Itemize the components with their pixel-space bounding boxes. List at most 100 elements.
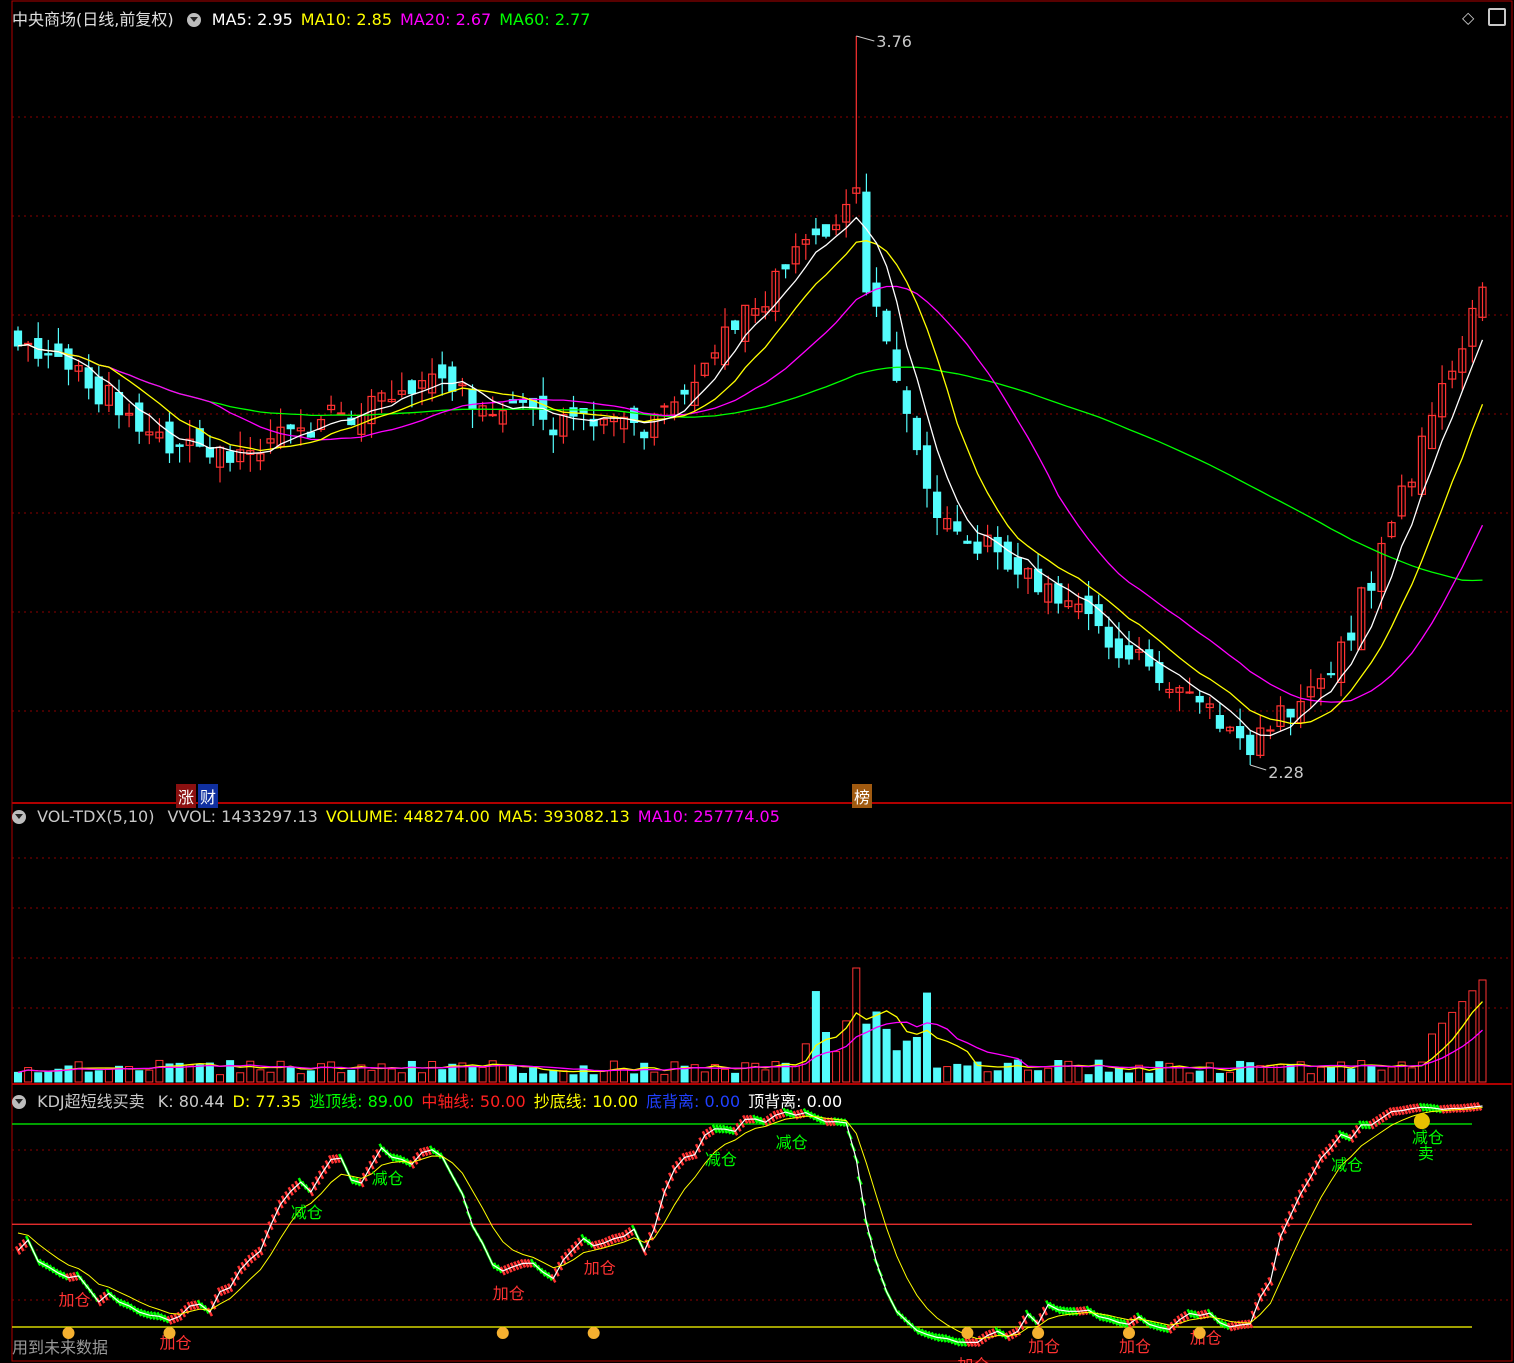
- add-position-label: 加仓: [584, 1259, 616, 1278]
- volume-bar: [1478, 979, 1487, 1083]
- dropdown-icon[interactable]: [186, 13, 201, 27]
- volume-bar: [761, 1069, 770, 1083]
- candle: [1124, 645, 1134, 660]
- add-position-label: 加仓: [1119, 1337, 1151, 1356]
- volume-bar: [953, 1063, 962, 1083]
- stock-title: 中央商场(日线,前复权): [12, 10, 174, 29]
- candle: [205, 447, 214, 458]
- reduce-position-label: 减仓: [776, 1133, 808, 1152]
- volume-bar: [185, 1064, 194, 1083]
- volume-bar: [478, 1066, 487, 1083]
- add-position-label: 加仓: [493, 1284, 525, 1303]
- volume-bar: [145, 1069, 154, 1083]
- volume-bar: [993, 1070, 1002, 1083]
- reduce-position-label: 减仓: [1331, 1155, 1363, 1174]
- candle: [912, 417, 922, 451]
- volume-bar: [933, 1067, 942, 1083]
- ma10-line: [17, 240, 1484, 725]
- ma5-line: [17, 216, 1484, 737]
- volume-bar: [377, 1063, 386, 1083]
- hand-pointer-icon: [496, 1327, 509, 1339]
- candle: [1326, 673, 1336, 676]
- volume-bar: [428, 1060, 437, 1083]
- volume-bar: [811, 991, 820, 1083]
- ma20-line: [17, 285, 1484, 703]
- candle: [13, 330, 23, 347]
- volume-bar: [14, 1071, 22, 1083]
- volume-bar: [498, 1065, 507, 1083]
- zhang-marker[interactable]: 涨: [176, 784, 197, 808]
- candle: [94, 376, 103, 405]
- volume-bar: [1347, 1068, 1356, 1083]
- candle: [165, 421, 174, 454]
- volume-bar: [1034, 1070, 1043, 1083]
- candle: [1003, 541, 1012, 570]
- volume-bar: [771, 1061, 780, 1083]
- volume-bar: [1367, 1065, 1376, 1083]
- candle: [226, 451, 235, 463]
- volume-bar: [387, 1068, 396, 1083]
- volume-bar: [529, 1067, 538, 1083]
- volume-bar: [407, 1060, 416, 1083]
- volume-bar: [397, 1072, 406, 1083]
- volume-bar: [559, 1070, 568, 1083]
- volume-bar: [1155, 1061, 1164, 1083]
- volume-bar: [892, 1050, 901, 1083]
- candle: [872, 282, 881, 307]
- bang-marker[interactable]: 榜: [852, 784, 873, 808]
- volume-bar: [1377, 1069, 1386, 1083]
- candle: [175, 444, 184, 447]
- volume-bar: [1407, 1067, 1416, 1083]
- volume-bar: [438, 1069, 447, 1083]
- candle: [1114, 638, 1124, 659]
- volume-indicator-2: MA5: 393082.13: [497, 807, 630, 826]
- volume-bar: [367, 1069, 376, 1083]
- candle: [1286, 708, 1295, 718]
- volume-bar: [34, 1072, 43, 1083]
- volume-bar: [468, 1065, 477, 1083]
- chart-canvas: 3.762.28减仓减仓减仓减仓减仓减仓加仓加仓加仓加仓加仓加仓加仓加仓卖: [11, 0, 1513, 1363]
- candle: [1195, 695, 1204, 703]
- candle: [579, 408, 588, 414]
- candle: [286, 424, 295, 430]
- candle: [569, 407, 578, 417]
- volume-bar: [1074, 1065, 1083, 1083]
- volume-bar: [832, 1051, 841, 1083]
- candle: [1246, 734, 1255, 756]
- volume-bar: [195, 1064, 204, 1083]
- candle: [892, 349, 901, 381]
- volume-bar: [236, 1072, 245, 1083]
- price-indicator-3: MA60: 2.77: [499, 10, 591, 29]
- volume-bar: [902, 1040, 911, 1083]
- candle: [660, 405, 669, 408]
- cai-marker[interactable]: 财: [198, 784, 219, 808]
- kdj-indicator-6: 顶背离: 0.00: [748, 1092, 843, 1111]
- volume-bar: [1306, 1073, 1315, 1083]
- sell-label: 卖: [1418, 1144, 1434, 1163]
- volume-bar: [721, 1068, 729, 1083]
- maximize-icon[interactable]: [1488, 8, 1506, 26]
- volume-bar: [923, 992, 931, 1083]
- candle: [468, 388, 477, 410]
- candle: [640, 431, 649, 439]
- dropdown-icon[interactable]: [12, 810, 26, 824]
- volume-bar: [266, 1071, 275, 1083]
- volume-bar: [1185, 1072, 1194, 1083]
- price-indicator-2: MA20: 2.67: [400, 10, 492, 29]
- volume-bar: [1044, 1067, 1053, 1083]
- volume-bar: [1205, 1062, 1214, 1083]
- dropdown-icon[interactable]: [12, 1095, 26, 1109]
- volume-bar: [700, 1071, 709, 1083]
- volume-bar: [1387, 1066, 1396, 1083]
- volume-bar: [1064, 1060, 1073, 1083]
- high-arrow: [856, 35, 875, 42]
- smiley-icon: [1413, 1113, 1430, 1130]
- diamond-icon[interactable]: ◇: [1462, 8, 1474, 27]
- price-indicator-0: MA5: 2.95: [211, 10, 293, 29]
- volume-bar: [579, 1065, 588, 1083]
- candle: [1185, 691, 1194, 694]
- volume-bar: [519, 1072, 527, 1083]
- kdj-indicator-2: 逃顶线: 89.00: [309, 1092, 414, 1111]
- volume-bar: [710, 1064, 719, 1083]
- volume-bar: [660, 1073, 669, 1083]
